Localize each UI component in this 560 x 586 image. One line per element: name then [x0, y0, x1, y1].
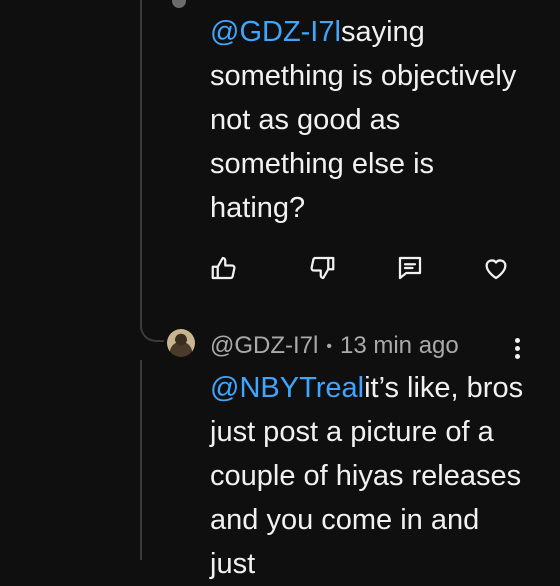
- meta-separator: •: [326, 337, 332, 355]
- avatar-partial[interactable]: [172, 0, 186, 8]
- thread-line: [140, 0, 142, 330]
- thread-connector: [140, 300, 164, 342]
- mention-link[interactable]: @NBYTreal: [210, 372, 364, 404]
- avatar[interactable]: [167, 329, 195, 357]
- like-button[interactable]: [204, 248, 244, 288]
- dislike-icon: [310, 256, 335, 280]
- mention-link[interactable]: @GDZ-I7l: [210, 16, 341, 48]
- comment-body: @NBYTrealit’s like, bros just post a pic…: [210, 366, 530, 586]
- dislike-button[interactable]: [302, 248, 342, 288]
- timestamp: 13 min ago: [339, 332, 459, 359]
- author-name[interactable]: @GDZ-I7l: [210, 332, 318, 359]
- thread-line: [140, 360, 142, 560]
- comment-body: @GDZ-I7lsaying something is objectively …: [210, 10, 530, 230]
- heart-icon: [485, 259, 507, 280]
- comment-meta: @GDZ-I7l • 13 min ago: [210, 330, 459, 363]
- more-options-icon[interactable]: [510, 0, 526, 6]
- reply-icon: [398, 256, 422, 280]
- reply-button[interactable]: [390, 248, 430, 288]
- like-icon: [211, 256, 236, 280]
- more-options-icon[interactable]: [512, 338, 522, 364]
- comment-actions: [200, 248, 530, 288]
- heart-button[interactable]: [476, 248, 516, 288]
